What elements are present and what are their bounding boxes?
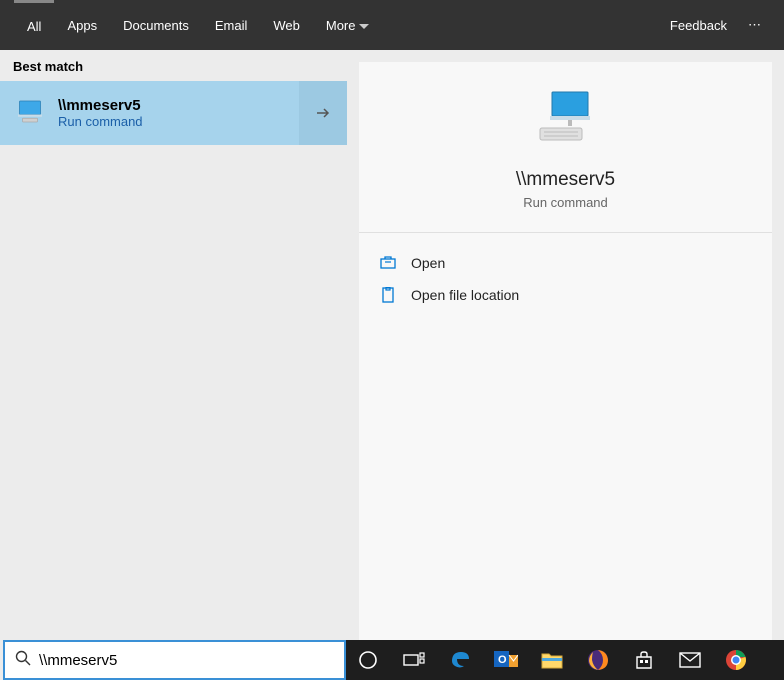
best-match-label: Best match (0, 50, 347, 81)
chrome-icon[interactable] (722, 646, 750, 674)
outlook-icon[interactable]: O (492, 646, 520, 674)
action-open-location-label: Open file location (411, 287, 519, 303)
results-list-pane: Best match \\mmeserv5 Run command (0, 50, 347, 640)
computer-icon (534, 90, 598, 151)
svg-text:O: O (498, 654, 507, 666)
tab-all[interactable]: All (14, 0, 54, 50)
search-icon (15, 650, 31, 671)
search-results-main: Best match \\mmeserv5 Run command (0, 50, 784, 640)
result-text: \\mmeserv5 Run command (58, 97, 143, 129)
edge-icon[interactable] (446, 646, 474, 674)
tab-more[interactable]: More (313, 0, 383, 50)
chevron-down-icon (359, 18, 369, 33)
tab-web[interactable]: Web (260, 0, 313, 50)
action-open-label: Open (411, 255, 445, 271)
result-detail-pane: \\mmeserv5 Run command Open Open file lo… (359, 62, 772, 640)
tab-email[interactable]: Email (202, 0, 261, 50)
tab-apps[interactable]: Apps (54, 0, 110, 50)
task-view-icon[interactable] (400, 646, 428, 674)
action-open-file-location[interactable]: Open file location (379, 279, 752, 311)
result-title: \\mmeserv5 (58, 97, 143, 114)
search-input[interactable] (39, 652, 334, 669)
more-options-button[interactable]: ⋯ (740, 17, 770, 33)
search-filter-tabs: All Apps Documents Email Web More Feedba… (0, 0, 784, 50)
tab-documents[interactable]: Documents (110, 0, 202, 50)
computer-icon (12, 95, 48, 131)
detail-subtitle: Run command (523, 195, 608, 210)
action-list: Open Open file location (359, 233, 772, 325)
file-explorer-icon[interactable] (538, 646, 566, 674)
cortana-icon[interactable] (354, 646, 382, 674)
mail-icon[interactable] (676, 646, 704, 674)
taskbar: O (346, 640, 784, 680)
firefox-icon[interactable] (584, 646, 612, 674)
action-open[interactable]: Open (379, 247, 752, 279)
folder-location-icon (379, 287, 397, 303)
detail-header: \\mmeserv5 Run command (359, 90, 772, 233)
open-icon (379, 256, 397, 270)
result-subtitle: Run command (58, 114, 143, 129)
result-item[interactable]: \\mmeserv5 Run command (0, 81, 347, 145)
feedback-link[interactable]: Feedback (657, 0, 740, 50)
store-icon[interactable] (630, 646, 658, 674)
expand-arrow-button[interactable] (299, 81, 347, 145)
search-bar[interactable] (3, 640, 346, 680)
arrow-right-icon (314, 104, 332, 122)
tab-more-label: More (326, 18, 356, 33)
detail-title: \\mmeserv5 (516, 169, 615, 191)
